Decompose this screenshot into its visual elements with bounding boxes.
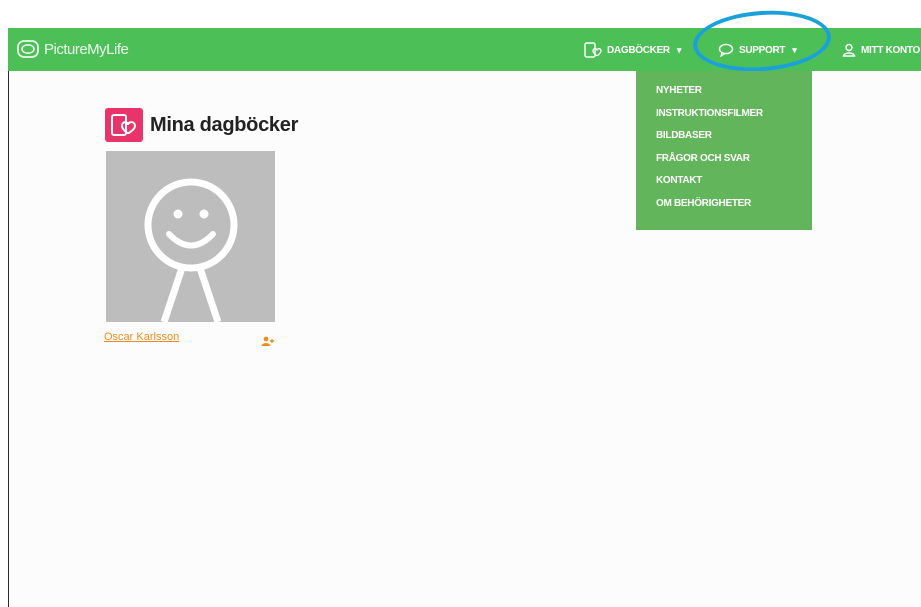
- chevron-down-icon: ▾: [676, 44, 682, 55]
- menu-item-image-banks[interactable]: BILDBASER: [636, 125, 812, 148]
- brand-name: PictureMyLife: [44, 40, 129, 58]
- diary-name-link[interactable]: Oscar Karlsson: [104, 331, 179, 343]
- diary-heart-icon: [584, 42, 602, 58]
- smiley-stick-figure-icon: [144, 178, 238, 324]
- menu-item-contact[interactable]: KONTAKT: [636, 170, 812, 193]
- nav-account-label: MITT KONTO: [861, 44, 921, 56]
- menu-item-faq[interactable]: FRÅGOR OCH SVAR: [636, 148, 812, 171]
- diary-avatar[interactable]: [106, 151, 275, 324]
- menu-item-news[interactable]: NYHETER: [636, 80, 812, 103]
- user-icon: [842, 43, 856, 57]
- diary-heart-icon: [105, 108, 143, 142]
- page-title: Mina dagböcker: [105, 108, 298, 142]
- share-users-icon[interactable]: [261, 333, 274, 351]
- brand-logo[interactable]: PictureMyLife: [16, 38, 129, 60]
- nav-diaries-label: DAGBÖCKER: [607, 44, 670, 56]
- menu-item-instruction-videos[interactable]: INSTRUKTIONSFILMER: [636, 103, 812, 126]
- page-title-text: Mina dagböcker: [150, 113, 299, 136]
- nav-account[interactable]: MITT KONTO: [842, 42, 920, 58]
- menu-item-permissions[interactable]: OM BEHÖRIGHETER: [636, 193, 812, 216]
- support-dropdown-menu: NYHETER INSTRUKTIONSFILMER BILDBASER FRÅ…: [636, 71, 812, 230]
- nav-diaries[interactable]: DAGBÖCKER ▾: [584, 42, 681, 58]
- picture-frame-logo-icon: [17, 40, 39, 58]
